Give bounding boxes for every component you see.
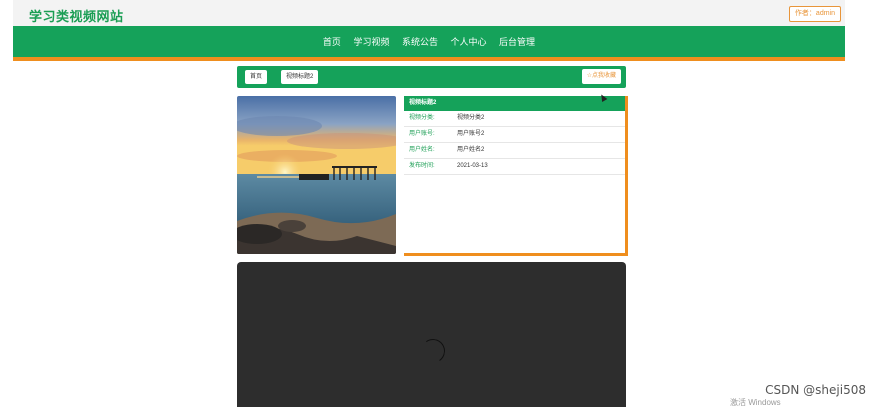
page-frame: 学习类视频网站 作者：admin 首页 学习视频 系统公告 个人中心 后台管理 … xyxy=(13,0,845,407)
info-label: 用户姓名: xyxy=(409,147,435,153)
favorite-button[interactable]: ☆点我收藏 xyxy=(581,69,621,84)
main-nav: 首页 学习视频 系统公告 个人中心 后台管理 xyxy=(13,26,845,57)
author-badge[interactable]: 作者：admin xyxy=(788,6,841,22)
windows-activation-text: 激活 Windows xyxy=(730,398,781,407)
info-value: 2021-03-13 xyxy=(457,163,488,169)
video-title: 视频标题2 xyxy=(404,96,625,111)
info-value: 视频分类2 xyxy=(457,115,485,121)
info-label: 用户账号: xyxy=(409,131,435,137)
video-cover-image xyxy=(237,96,396,254)
video-player[interactable] xyxy=(237,262,626,407)
loading-spinner-icon xyxy=(419,337,447,365)
nav-item-notices[interactable]: 系统公告 xyxy=(402,35,438,48)
nav-item-profile[interactable]: 个人中心 xyxy=(451,35,487,48)
info-value: 用户姓名2 xyxy=(457,147,485,153)
csdn-watermark: CSDN @sheji508 xyxy=(765,383,866,397)
nav-item-admin[interactable]: 后台管理 xyxy=(499,35,535,48)
info-row-account: 用户账号: 用户账号2 xyxy=(404,127,625,143)
info-value: 用户账号2 xyxy=(457,131,485,137)
info-label: 视频分类: xyxy=(409,115,435,121)
info-label: 发布时间: xyxy=(409,163,435,169)
info-row-category: 视频分类: 视频分类2 xyxy=(404,111,625,127)
site-title[interactable]: 学习类视频网站 xyxy=(29,6,124,25)
breadcrumb-current: 视频标题2 xyxy=(281,70,319,84)
info-row-publish-time: 发布时间: 2021-03-13 xyxy=(404,159,625,175)
nav-item-videos[interactable]: 学习视频 xyxy=(353,35,389,48)
top-bar: 学习类视频网站 作者：admin xyxy=(13,0,845,26)
info-row-name: 用户姓名: 用户姓名2 xyxy=(404,143,625,159)
breadcrumb: 首页 视频标题2 ☆点我收藏 xyxy=(237,66,626,88)
nav-accent-stripe xyxy=(13,57,845,61)
nav-item-home[interactable]: 首页 xyxy=(323,35,341,48)
breadcrumb-home[interactable]: 首页 xyxy=(245,70,268,84)
video-info-panel: 视频标题2 视频分类: 视频分类2 用户账号: 用户账号2 用户姓名: 用户姓名… xyxy=(404,96,628,256)
